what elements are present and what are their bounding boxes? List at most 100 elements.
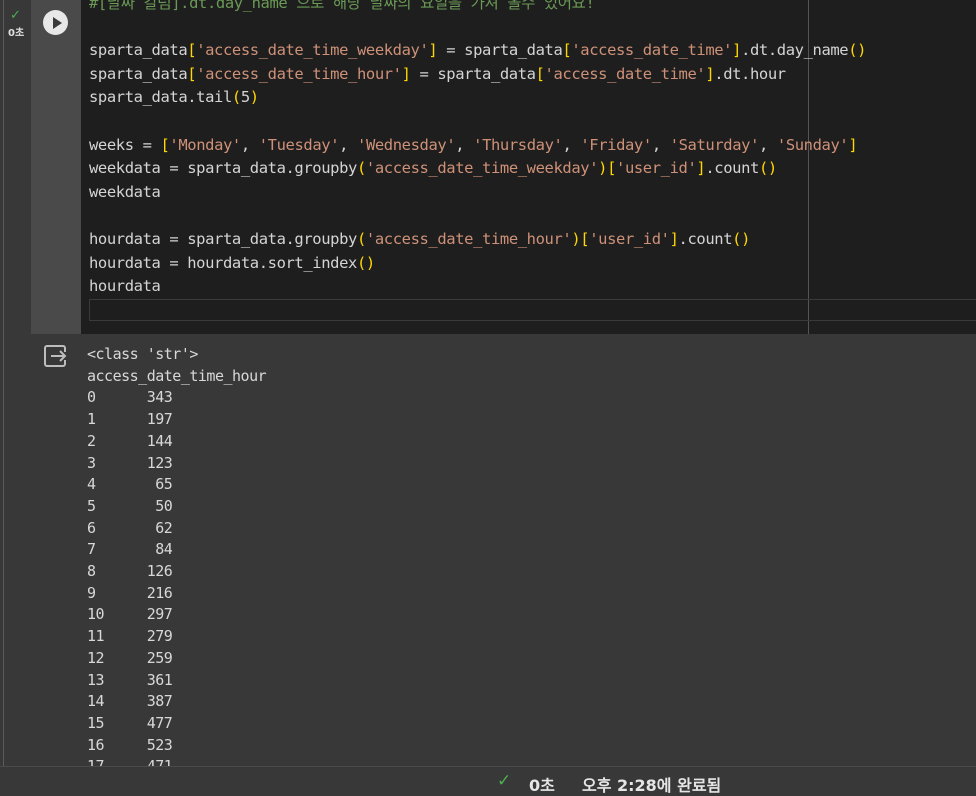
code-line: sparta_data['access_date_time_weekday'] …	[89, 38, 867, 62]
code-token: ,	[339, 135, 358, 154]
code-token: #[날짜 칼럼].dt.day_name 으로 해당 날짜의 요일을 가져 올수…	[89, 0, 595, 12]
code-token: hourdata = sparta_data.groupby	[89, 230, 357, 248]
code-token: sparta_data	[89, 41, 188, 60]
code-token: 'Monday'	[169, 135, 241, 154]
code-editor[interactable]: #[날짜 칼럼].dt.day_name 으로 해당 날짜의 요일을 가져 올수…	[81, 0, 976, 334]
code-token: (	[356, 159, 366, 178]
cell-output: <class 'str'> access_date_time_hour 0 343 1…	[81, 334, 976, 766]
code-token: ]	[669, 230, 679, 248]
output-line: 12 259	[87, 648, 173, 667]
code-token: ,	[759, 135, 777, 154]
code-token: sparta_data	[89, 64, 188, 83]
code-line: #[날짜 칼럼].dt.day_name 으로 해당 날짜의 요일을 가져 올수…	[89, 0, 595, 15]
output-line: 6 62	[87, 518, 173, 537]
code-token: hourdata = hourdata.sort_index	[89, 253, 357, 272]
output-line: 8 126	[87, 562, 173, 580]
code-token: (	[356, 230, 366, 248]
exec-check-icon: ✓	[10, 8, 21, 23]
status-bar: ✓ 0초 오후 2:28에 완료됨	[0, 766, 976, 796]
code-token: [	[607, 159, 617, 178]
code-token: 'access_date_time_hour'	[365, 230, 572, 248]
code-token: ]	[848, 135, 858, 154]
code-token: weekdata	[89, 182, 161, 201]
code-token: ,	[455, 135, 474, 154]
editor-cursor-line[interactable]	[89, 299, 976, 321]
code-token: 'access_date_time_weekday'	[365, 159, 599, 178]
exec-time-label: 0초	[8, 28, 25, 39]
output-arrow-icon[interactable]	[43, 344, 69, 368]
code-line: hourdata	[89, 274, 161, 298]
code-token: 'Wednesday'	[357, 135, 456, 154]
code-token: .dt.hour	[714, 64, 786, 83]
code-line: weekdata	[89, 180, 161, 204]
code-token: )	[598, 159, 608, 178]
code-token: 'Friday'	[580, 135, 652, 154]
code-line: sparta_data['access_date_time_hour'] = s…	[89, 62, 786, 86]
output-line: 2 144	[87, 431, 173, 450]
output-line: 14 387	[87, 692, 173, 711]
code-token: weekdata = sparta_data.groupby	[89, 159, 357, 178]
code-line: sparta_data.tail(5)	[89, 85, 259, 109]
code-token: [	[535, 64, 545, 83]
code-token: ()	[732, 230, 751, 248]
code-token: weeks =	[89, 135, 161, 154]
code-token: hourdata	[89, 277, 161, 296]
code-token: .dt.day_name	[741, 41, 849, 60]
output-line: 7 84	[87, 540, 173, 559]
output-line: 11 279	[87, 627, 173, 646]
output-line: 16 523	[87, 735, 173, 754]
status-completed-text: 오후 2:28에 완료됨	[582, 776, 722, 795]
code-token: 'Sunday'	[776, 135, 849, 154]
code-token: .count	[678, 230, 733, 248]
cell-toolbar	[31, 0, 81, 334]
output-line: 0 343	[87, 388, 173, 407]
code-token: ,	[562, 135, 581, 154]
code-token: ,	[651, 135, 670, 154]
code-token: [	[562, 41, 572, 60]
run-cell-button[interactable]	[43, 10, 68, 35]
output-line: 5 50	[87, 496, 173, 515]
code-token: ]	[732, 41, 742, 60]
code-token: ()	[848, 41, 867, 60]
code-token: 'access_date_time'	[544, 64, 706, 83]
code-token: (	[231, 88, 241, 107]
output-line: 17 471	[87, 756, 173, 766]
code-token: ()	[758, 159, 777, 178]
code-token: 'Saturday'	[669, 135, 760, 154]
gutter-divider	[3, 0, 4, 766]
code-token: .count	[705, 159, 759, 178]
left-gutter: ✓ 0초	[0, 0, 31, 766]
output-gutter	[31, 334, 81, 766]
output-line: access_date_time_hour	[87, 366, 267, 385]
code-token: 'Tuesday'	[258, 135, 340, 154]
output-line: 3 123	[87, 453, 173, 472]
code-line: weeks = ['Monday', 'Tuesday', 'Wednesday…	[89, 133, 858, 157]
code-line: weekdata = sparta_data.groupby('access_d…	[89, 156, 777, 180]
code-token: 'access_date_time_hour'	[196, 64, 402, 83]
code-token: 'access_date_time_weekday'	[196, 41, 429, 60]
code-token: )	[249, 88, 259, 107]
code-token: ,	[240, 135, 259, 154]
output-line: <class 'str'>	[87, 345, 198, 363]
code-token: 'access_date_time'	[571, 41, 733, 60]
code-token: = sparta_data	[410, 64, 536, 83]
output-line: 4 65	[87, 475, 173, 494]
output-line: 1 197	[87, 410, 173, 429]
code-token: 5	[240, 88, 250, 107]
status-exec-time: 0초	[529, 776, 555, 795]
code-token: )	[571, 230, 581, 248]
code-line: hourdata = hourdata.sort_index()	[89, 251, 375, 275]
code-token: 'Thursday'	[473, 135, 563, 154]
code-token: ()	[356, 253, 375, 272]
output-line: 9 216	[87, 583, 173, 602]
check-icon: ✓	[497, 771, 512, 791]
play-icon	[52, 16, 62, 29]
code-token: 'user_id'	[589, 230, 670, 248]
output-line: 13 361	[87, 670, 173, 689]
code-token: ]	[696, 159, 706, 178]
code-token: [	[580, 230, 590, 248]
code-token: [	[187, 64, 197, 83]
code-token: ]	[401, 64, 411, 83]
output-line: 15 477	[87, 713, 173, 732]
code-token: ]	[705, 64, 715, 83]
